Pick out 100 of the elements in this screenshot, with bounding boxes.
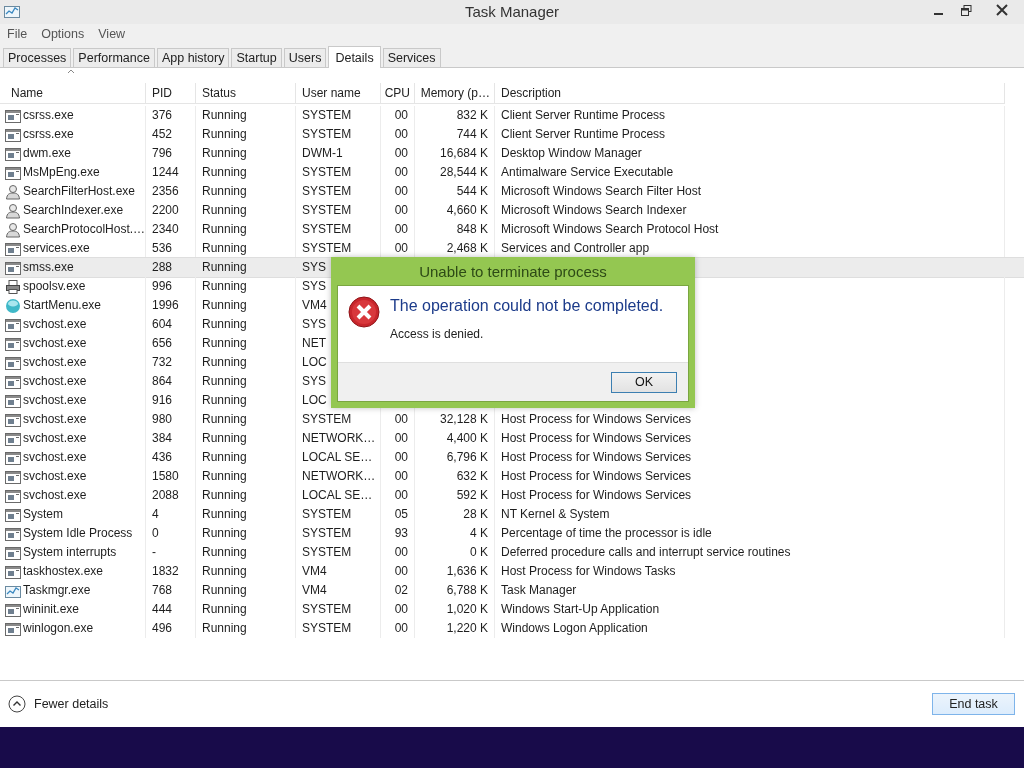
table-cell-text: winlogon.exe	[23, 620, 94, 637]
table-cell: 2088	[146, 486, 196, 505]
table-cell: Percentage of time the processor is idle	[495, 524, 1005, 543]
table-cell: 4	[146, 505, 196, 524]
table-cell: Running	[196, 410, 296, 429]
table-cell: 2200	[146, 201, 196, 220]
table-cell: 00	[381, 467, 415, 486]
table-cell-text: smss.exe	[23, 259, 74, 276]
table-cell: Host Process for Windows Services	[495, 410, 1005, 429]
table-cell-text: svchost.exe	[23, 449, 87, 466]
table-cell: Client Server Runtime Process	[495, 125, 1005, 144]
table-cell: Running	[196, 600, 296, 619]
table-cell: 2356	[146, 182, 196, 201]
table-cell: NETWORK…	[296, 467, 381, 486]
table-cell-text: MsMpEng.exe	[23, 164, 100, 181]
table-cell: Running	[196, 201, 296, 220]
table-cell: Microsoft Windows Search Indexer	[495, 201, 1005, 220]
table-cell: Antimalware Service Executable	[495, 163, 1005, 182]
table-cell-text: SearchIndexer.exe	[23, 202, 124, 219]
table-cell: Running	[196, 524, 296, 543]
table-cell: 732	[146, 353, 196, 372]
table-cell: 796	[146, 144, 196, 163]
table-cell: 980	[146, 410, 196, 429]
table-cell: Host Process for Windows Services	[495, 486, 1005, 505]
table-cell: 864	[146, 372, 196, 391]
table-cell-text: System	[23, 506, 63, 523]
table-cell: SYSTEM	[296, 163, 381, 182]
table-cell: SYSTEM	[296, 201, 381, 220]
table-cell: 00	[381, 410, 415, 429]
table-cell: 768	[146, 581, 196, 600]
table-cell: Running	[196, 220, 296, 239]
table-cell: Running	[196, 163, 296, 182]
table-cell: 00	[381, 106, 415, 125]
table-cell: Host Process for Windows Services	[495, 448, 1005, 467]
table-cell: DWM-1	[296, 144, 381, 163]
table-cell-text: svchost.exe	[23, 392, 87, 409]
table-cell: NETWORK…	[296, 429, 381, 448]
table-cell-text: SearchFilterHost.exe	[23, 183, 136, 200]
table-cell: 436	[146, 448, 196, 467]
table-cell: 00	[381, 125, 415, 144]
table-cell: 288	[146, 258, 196, 277]
table-cell: 32,128 K	[415, 410, 495, 429]
table-cell: 656	[146, 334, 196, 353]
table-cell: 1,020 K	[415, 600, 495, 619]
table-cell: Running	[196, 429, 296, 448]
table-cell: VM4	[296, 562, 381, 581]
table-cell: 28 K	[415, 505, 495, 524]
table-cell: 916	[146, 391, 196, 410]
table-cell: Running	[196, 106, 296, 125]
table-cell-text: svchost.exe	[23, 335, 87, 352]
table-cell: Running	[196, 619, 296, 638]
table-cell: 00	[381, 543, 415, 562]
table-cell: Running	[196, 334, 296, 353]
table-cell-text: spoolsv.exe	[23, 278, 86, 295]
table-cell: 0	[146, 524, 196, 543]
table-cell: Running	[196, 353, 296, 372]
table-cell: Host Process for Windows Services	[495, 429, 1005, 448]
table-cell: Windows Start-Up Application	[495, 600, 1005, 619]
table-cell: 1832	[146, 562, 196, 581]
table-cell: 00	[381, 619, 415, 638]
table-cell: NT Kernel & System	[495, 505, 1005, 524]
table-cell: 00	[381, 562, 415, 581]
table-cell-text: csrss.exe	[23, 107, 74, 124]
table-cell-text: csrss.exe	[23, 126, 74, 143]
table-cell: SYSTEM	[296, 543, 381, 562]
table-cell: SYSTEM	[296, 182, 381, 201]
table-cell: 00	[381, 163, 415, 182]
table-cell: Deferred procedure calls and interrupt service routines	[495, 543, 1005, 562]
table-cell: LOCAL SE…	[296, 448, 381, 467]
table-cell: 996	[146, 277, 196, 296]
table-cell: Running	[196, 258, 296, 277]
table-cell: 1580	[146, 467, 196, 486]
table-cell: 744 K	[415, 125, 495, 144]
table-cell: 444	[146, 600, 196, 619]
table-cell-text: System Idle Process	[23, 525, 133, 542]
table-cell: 1,220 K	[415, 619, 495, 638]
table-cell: 00	[381, 486, 415, 505]
table-cell: 93	[381, 524, 415, 543]
table-cell: 848 K	[415, 220, 495, 239]
table-cell: Running	[196, 277, 296, 296]
table-cell: SYSTEM	[296, 505, 381, 524]
table-cell: 832 K	[415, 106, 495, 125]
table-cell: Running	[196, 581, 296, 600]
table-cell: 2340	[146, 220, 196, 239]
table-cell: Windows Logon Application	[495, 619, 1005, 638]
table-cell: 02	[381, 581, 415, 600]
table-cell: 6,796 K	[415, 448, 495, 467]
table-cell: SYSTEM	[296, 220, 381, 239]
table-cell: 376	[146, 106, 196, 125]
table-cell: Running	[196, 467, 296, 486]
table-cell: 592 K	[415, 486, 495, 505]
table-cell: 384	[146, 429, 196, 448]
table-cell-text: svchost.exe	[23, 373, 87, 390]
table-cell: 4 K	[415, 524, 495, 543]
table-cell: 632 K	[415, 467, 495, 486]
table-cell-text: dwm.exe	[23, 145, 72, 162]
table-cell: 16,684 K	[415, 144, 495, 163]
window-title: Task Manager	[464, 3, 560, 20]
table-cell-text: wininit.exe	[23, 601, 80, 618]
table-cell: Desktop Window Manager	[495, 144, 1005, 163]
